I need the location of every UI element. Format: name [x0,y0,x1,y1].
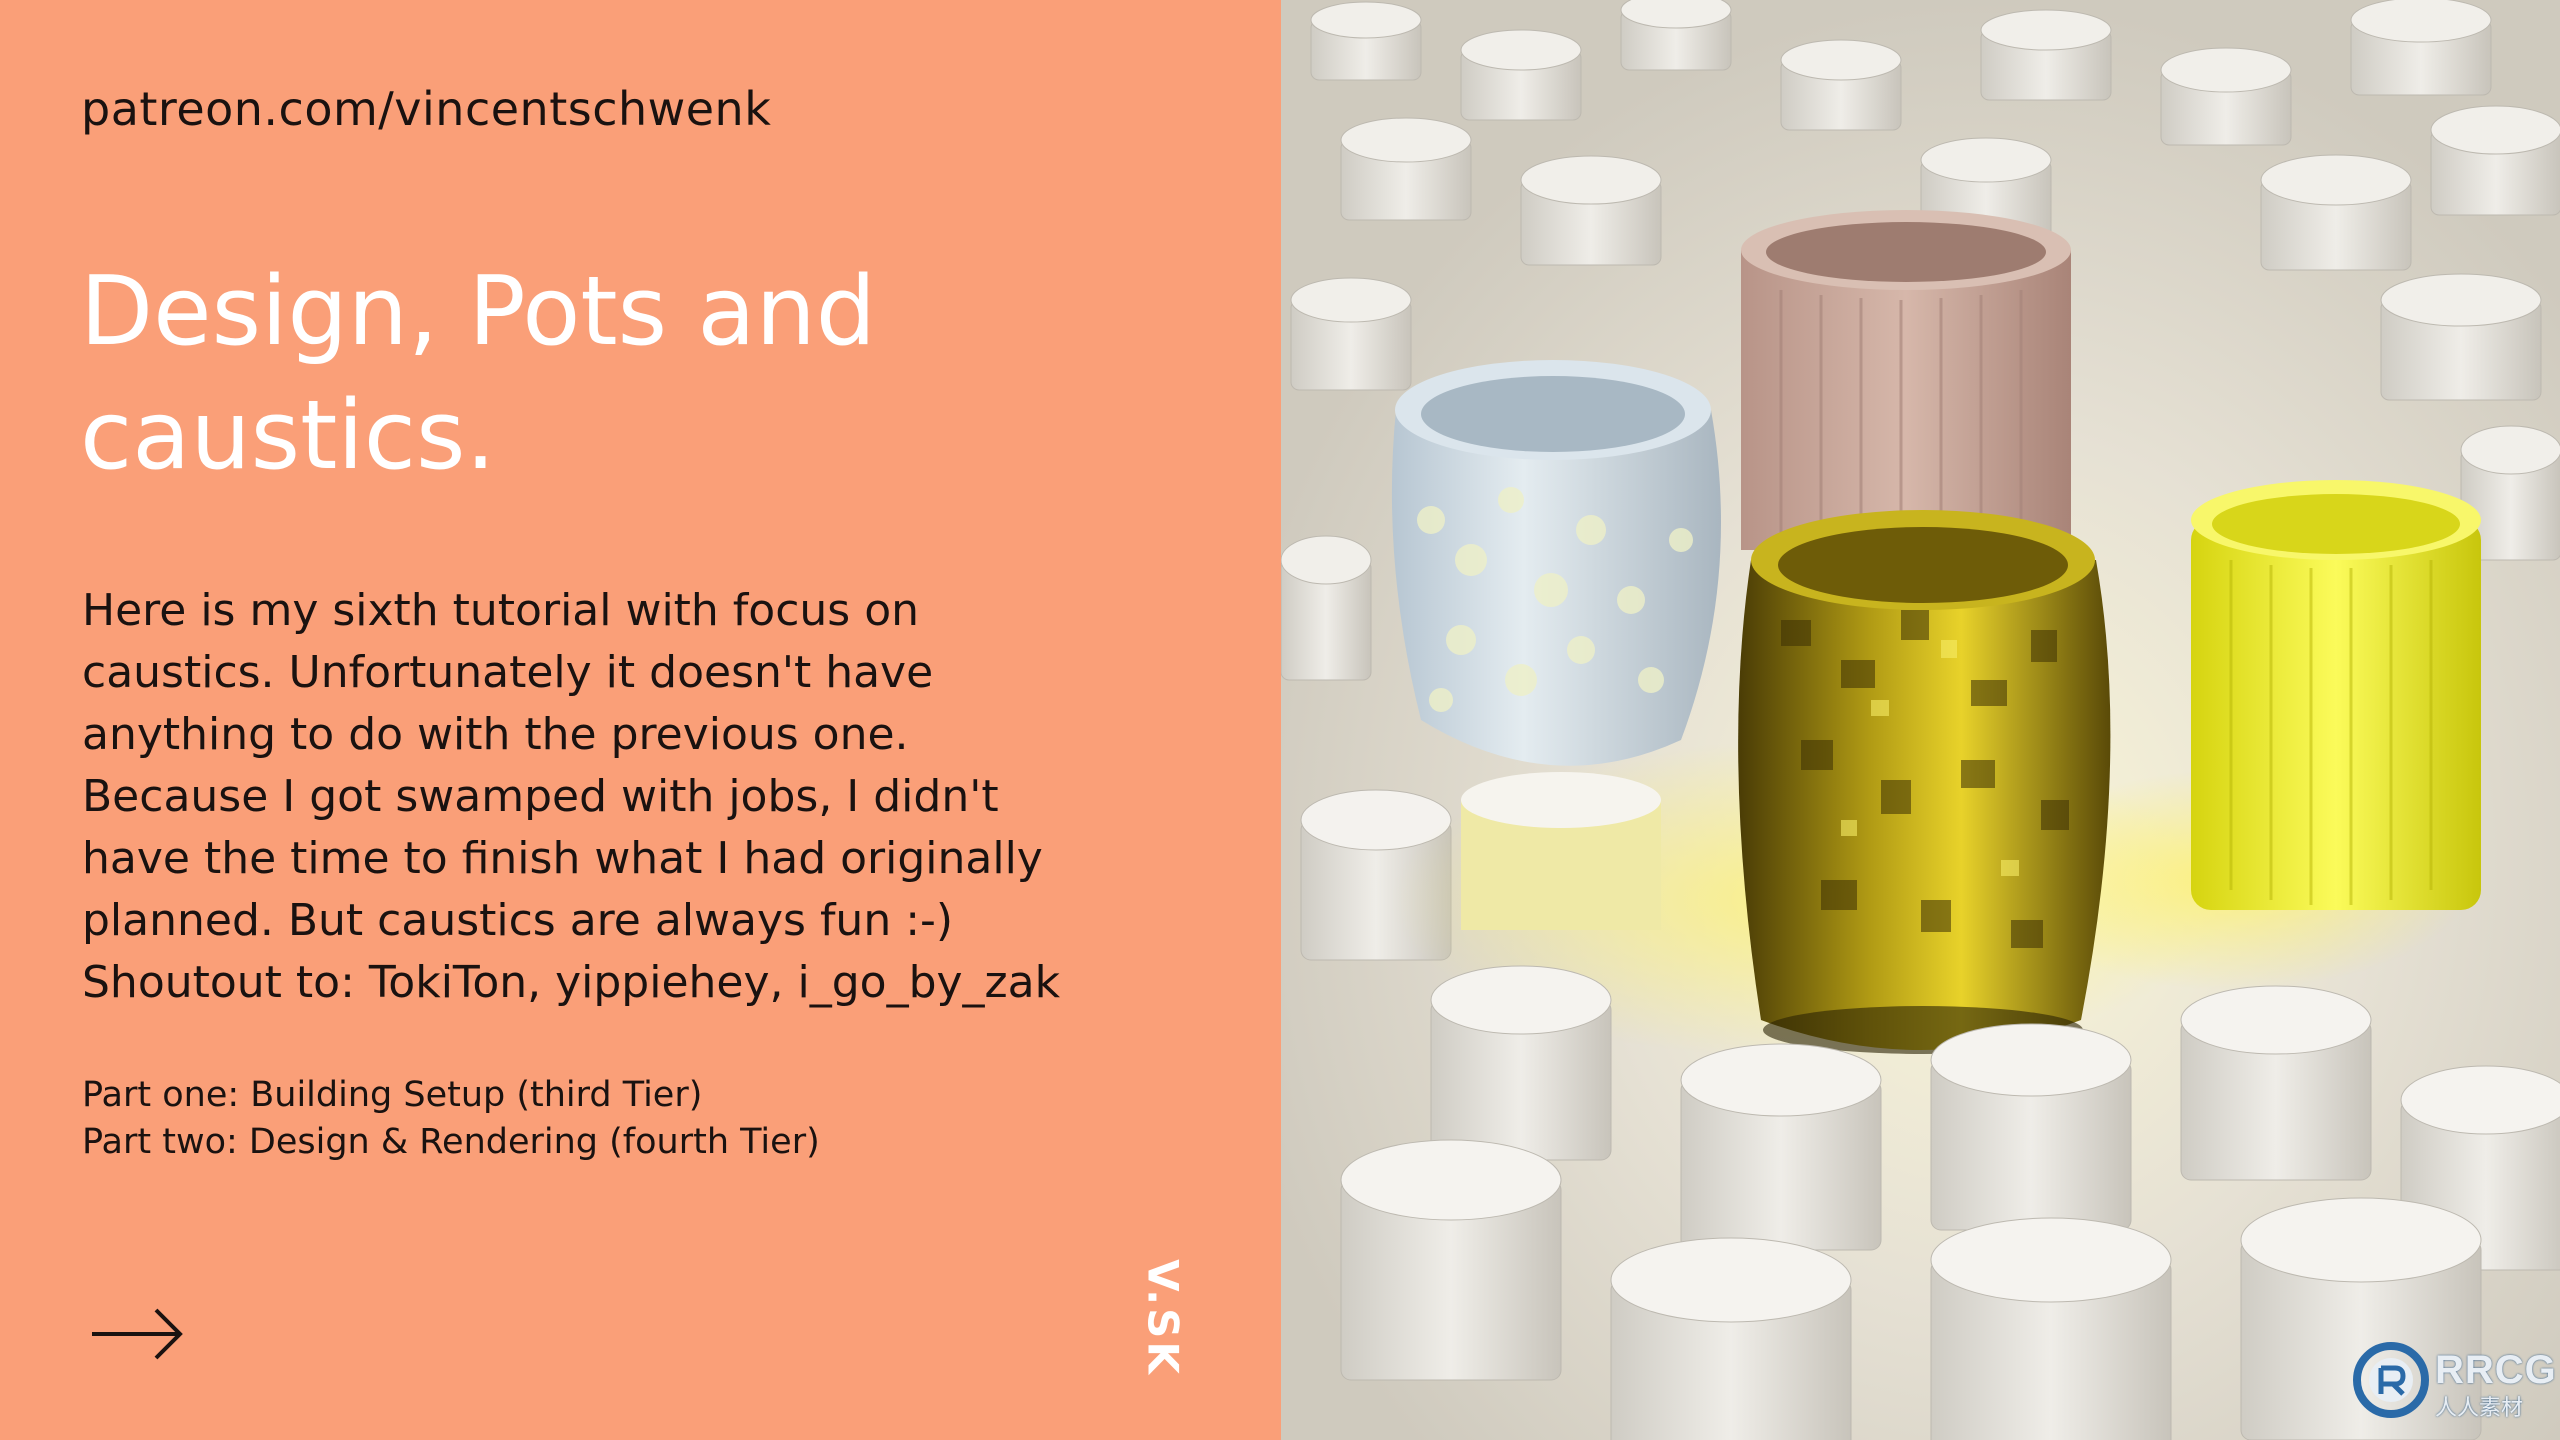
parts-list: Part one: Building Setup (third Tier) Pa… [82,1072,820,1166]
info-panel: patreon.com/vincentschwenk Design, Pots … [0,0,1281,1440]
signature-mark: V.SK [1139,1259,1188,1377]
part-one-label: Part one: Building Setup (third Tier) [82,1075,703,1115]
description-line: anything to do with the previous one. [82,709,909,760]
pots-render [1281,0,2560,1440]
page-title: Design, Pots and caustics. [80,250,1180,498]
yellow-pot [2191,480,2481,910]
watermark-subtext: 人人素材 [2435,1396,2524,1421]
description-line: caustics. Unfortunately it doesn't have [82,647,934,698]
rrcg-watermark: RRCG 人人素材 [2351,1340,2556,1430]
signature-text: V.SK [1138,1259,1188,1377]
description-line: Because I got swamped with jobs, I didn'… [82,771,999,822]
description-line: have the time to finish what I had origi… [82,833,1043,884]
pink-pot [1741,210,2071,550]
description: Here is my sixth tutorial with focus on … [82,580,1242,1014]
description-line: Here is my sixth tutorial with focus on [82,585,920,636]
title-line-2: caustics. [80,381,496,491]
description-line: Shoutout to: TokiTon, yippiehey, i_go_by… [82,957,1061,1008]
yellow-lit-peg [1461,772,1661,930]
title-line-1: Design, Pots and [80,257,877,367]
watermark-text: RRCG [2435,1348,2557,1392]
part-two-label: Part two: Design & Rendering (fourth Tie… [82,1122,820,1162]
arrow-right-icon [92,1308,183,1360]
blue-pot [1391,360,1721,766]
rrcg-logo-icon [2353,1342,2429,1418]
patreon-url[interactable]: patreon.com/vincentschwenk [81,82,771,136]
next-button[interactable] [88,1300,188,1368]
render-image: RRCG 人人素材 [1281,0,2560,1440]
description-line: planned. But caustics are always fun :-) [82,895,954,946]
olive-pot [1738,510,2111,1054]
